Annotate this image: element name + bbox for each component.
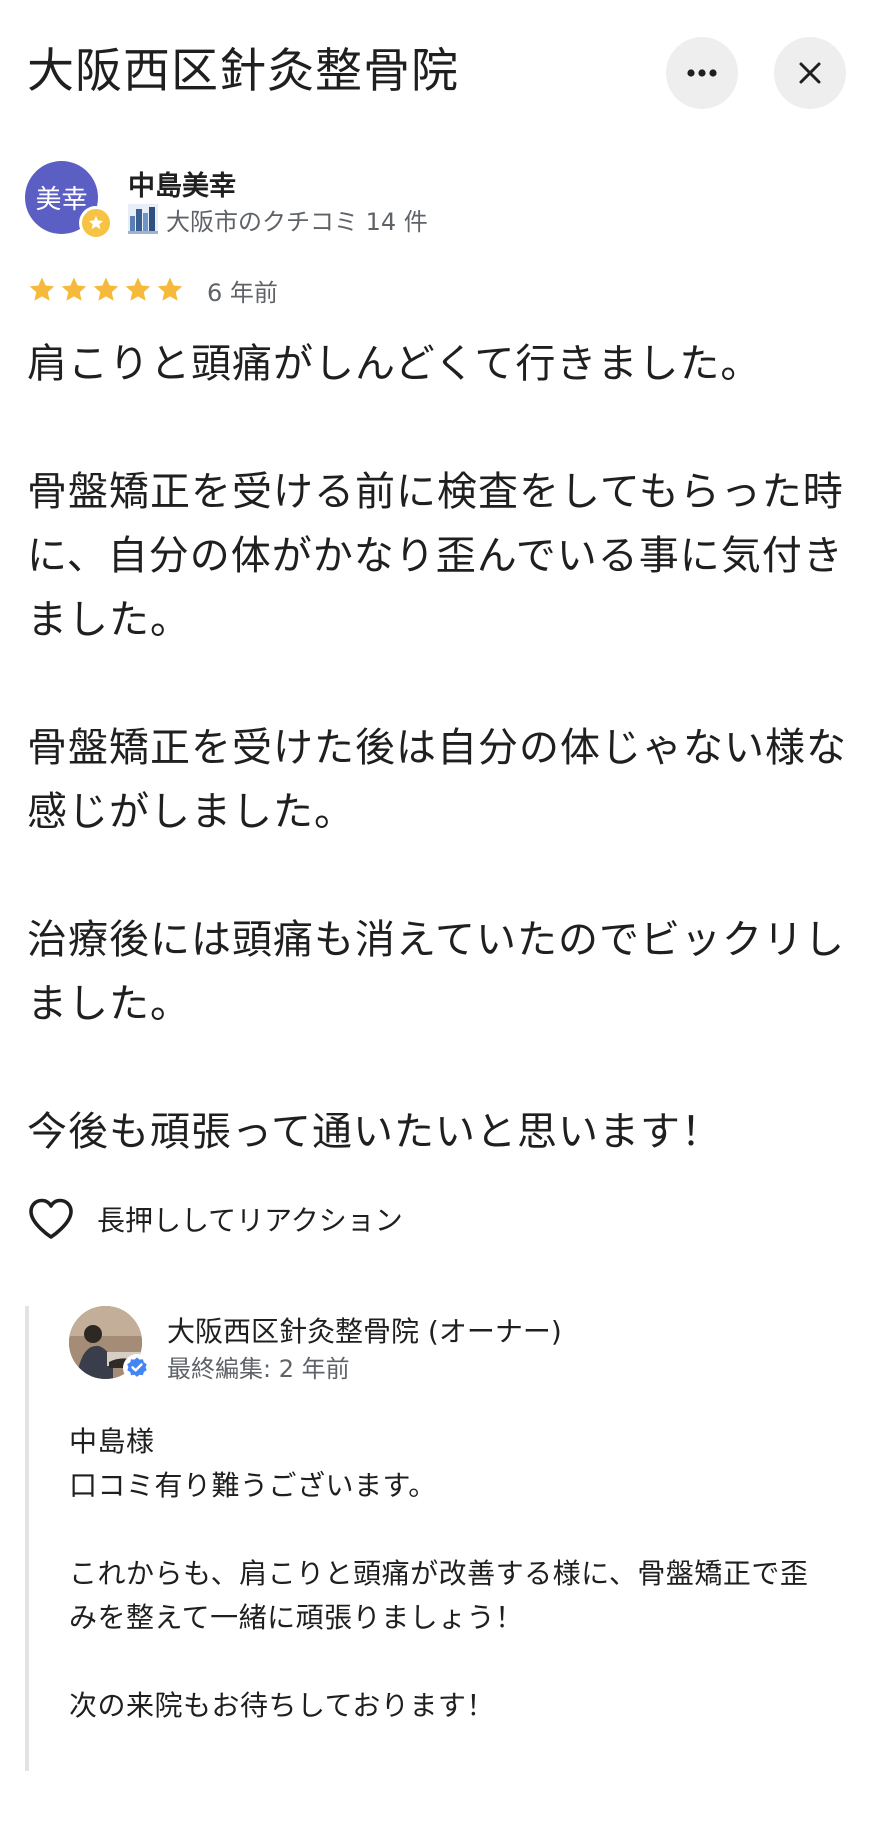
more-options-button[interactable] — [666, 37, 738, 109]
rating-row: 6 年前 — [27, 274, 278, 307]
star-icon — [29, 277, 55, 301]
local-guide-star-icon — [79, 206, 113, 240]
reply-paragraph: 中島様 口コミ有り難うございます。 — [69, 1425, 437, 1502]
review-paragraph: 骨盤矯正を受ける前に検査をしてもらった時に、自分の体がかなり歪んでいる事に気付き… — [27, 469, 844, 643]
owner-reply-text: 中島様 口コミ有り難うございます。 これからも、肩こりと頭痛が改善する様に、骨盤… — [69, 1420, 829, 1728]
city-icon — [128, 204, 158, 234]
heart-icon — [29, 1198, 73, 1239]
sheet-header: 大阪西区針灸整骨院 — [0, 0, 887, 140]
star-icon — [93, 277, 119, 301]
close-icon — [799, 62, 821, 84]
reply-paragraph: 次の来院もお待ちしております！ — [69, 1689, 495, 1722]
verified-badge-icon — [123, 1354, 151, 1382]
star-icon — [125, 277, 151, 301]
reply-paragraph: これからも、肩こりと頭痛が改善する様に、骨盤矯正で歪みを整えて一緒に頑張りましょ… — [69, 1557, 809, 1634]
place-title: 大阪西区針灸整骨院 — [27, 44, 459, 99]
review-paragraph: 治療後には頭痛も消えていたのでビックリしました。 — [27, 917, 845, 1027]
review-text: 肩こりと頭痛がしんどくて行きました。 骨盤矯正を受ける前に検査をしてもらった時に… — [27, 332, 847, 1164]
star-icon — [61, 277, 87, 301]
owner-name: 大阪西区針灸整骨院 (オーナー) — [167, 1315, 562, 1348]
review-paragraph: 今後も頑張って通いたいと思います！ — [27, 1109, 722, 1155]
close-button[interactable] — [774, 37, 846, 109]
reviewer-name[interactable]: 中島美幸 — [128, 164, 236, 203]
review-paragraph: 骨盤矯正を受けた後は自分の体じゃない様な感じがしました。 — [27, 725, 847, 835]
owner-reply: 大阪西区針灸整骨院 (オーナー) 最終編集: 2 年前 中島様 口コミ有り難うご… — [25, 1306, 849, 1771]
more-horizontal-icon — [687, 69, 717, 77]
review-paragraph: 肩こりと頭痛がしんどくて行きました。 — [27, 341, 762, 387]
review-date: 6 年前 — [207, 278, 278, 307]
reviewer-review-count: 大阪市のクチコミ 14 件 — [166, 207, 428, 236]
reviewer-meta: 大阪市のクチコミ 14 件 — [128, 203, 428, 236]
reaction-button[interactable]: 長押ししてリアクション — [27, 1194, 403, 1244]
owner-edited-date: 最終編集: 2 年前 — [167, 1355, 350, 1383]
review-detail-sheet: 大阪西区針灸整骨院 美幸 中島美幸 大阪市のクチコミ 14 件 6 年前 肩こり… — [0, 0, 887, 1845]
reaction-label: 長押ししてリアクション — [97, 1204, 403, 1237]
reviewer-avatar-initials: 美幸 — [35, 185, 88, 215]
star-icon — [157, 277, 183, 301]
